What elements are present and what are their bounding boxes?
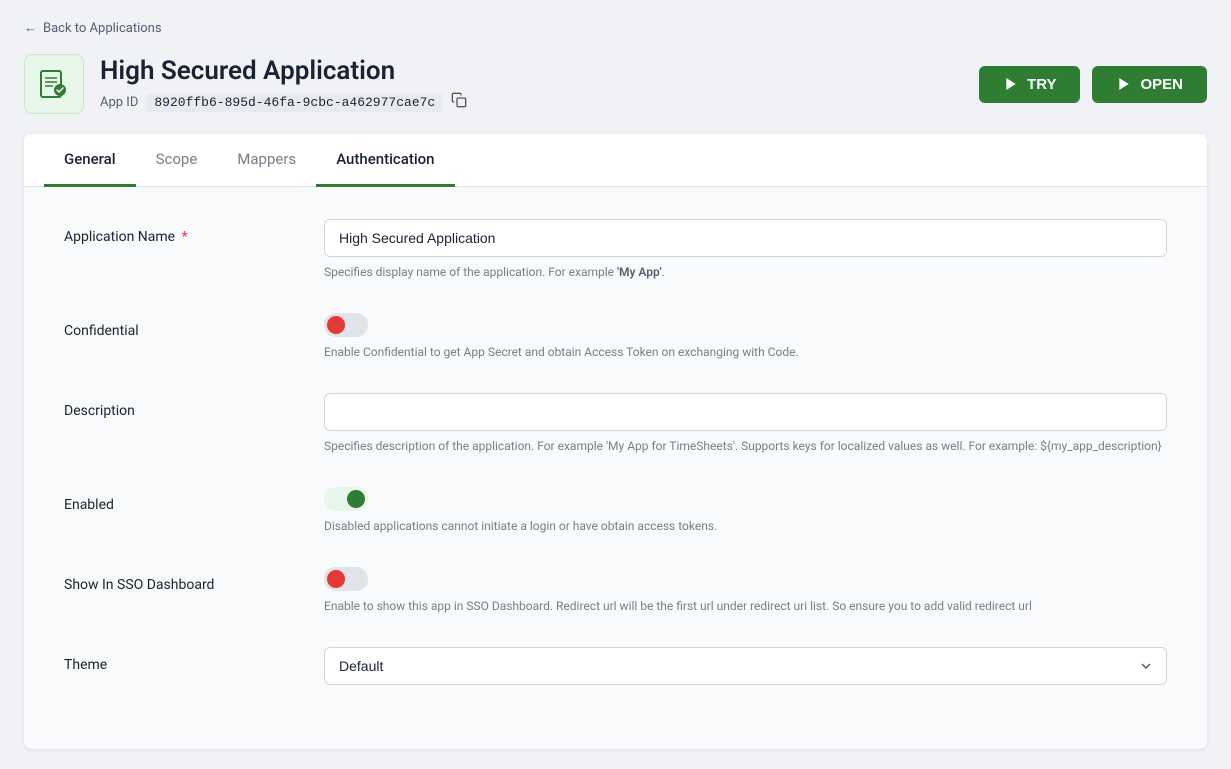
description-field: Specifies description of the application…: [324, 393, 1167, 455]
enabled-hint: Disabled applications cannot initiate a …: [324, 517, 1167, 535]
app-name-input[interactable]: [324, 219, 1167, 257]
back-link-label: Back to Applications: [43, 21, 162, 36]
page-container: ← Back to Applications High Secured Appl…: [0, 0, 1231, 769]
app-id-value: 8920ffb6-895d-46fa-9cbc-a462977cae7c: [146, 93, 443, 112]
try-button-label: TRY: [1027, 76, 1056, 93]
show-sso-toggle-knob: [327, 570, 345, 588]
app-name-label: Application Name *: [64, 219, 284, 245]
show-sso-field: Enable to show this app in SSO Dashboard…: [324, 567, 1167, 615]
try-button[interactable]: TRY: [979, 66, 1080, 103]
confidential-toggle-wrapper: [324, 313, 1167, 337]
form-row-app-name: Application Name * Specifies display nam…: [64, 219, 1167, 281]
required-indicator: *: [182, 229, 188, 245]
tab-scope[interactable]: Scope: [136, 134, 218, 187]
try-play-icon: [1003, 76, 1019, 92]
description-hint: Specifies description of the application…: [324, 437, 1167, 455]
back-arrow-icon: ←: [24, 20, 37, 36]
confidential-label: Confidential: [64, 313, 284, 339]
app-name-hint: Specifies display name of the applicatio…: [324, 263, 1167, 281]
header-buttons: TRY OPEN: [979, 66, 1207, 103]
tab-authentication[interactable]: Authentication: [316, 134, 454, 187]
show-sso-label: Show In SSO Dashboard: [64, 567, 284, 593]
open-play-icon: [1116, 76, 1132, 92]
confidential-field: Enable Confidential to get App Secret an…: [324, 313, 1167, 361]
copy-icon[interactable]: [451, 92, 467, 112]
show-sso-hint: Enable to show this app in SSO Dashboard…: [324, 597, 1167, 615]
main-card: General Scope Mappers Authentication App…: [24, 134, 1207, 749]
form-row-theme: Theme Default Light Dark Custom: [64, 647, 1167, 685]
enabled-toggle[interactable]: [324, 487, 368, 511]
description-label: Description: [64, 393, 284, 419]
enabled-toggle-knob: [347, 490, 365, 508]
app-header: High Secured Application App ID 8920ffb6…: [24, 54, 1207, 114]
theme-select[interactable]: Default Light Dark Custom: [324, 647, 1167, 685]
enabled-label: Enabled: [64, 487, 284, 513]
app-header-left: High Secured Application App ID 8920ffb6…: [24, 54, 467, 114]
enabled-field: Disabled applications cannot initiate a …: [324, 487, 1167, 535]
app-name-field: Specifies display name of the applicatio…: [324, 219, 1167, 281]
app-icon-svg: [38, 68, 70, 100]
open-button[interactable]: OPEN: [1092, 66, 1207, 103]
enabled-toggle-wrapper: [324, 487, 1167, 511]
confidential-toggle-knob: [327, 316, 345, 334]
open-button-label: OPEN: [1140, 76, 1183, 93]
form-area: Application Name * Specifies display nam…: [24, 187, 1207, 749]
theme-field: Default Light Dark Custom: [324, 647, 1167, 685]
description-input[interactable]: [324, 393, 1167, 431]
confidential-hint: Enable Confidential to get App Secret an…: [324, 343, 1167, 361]
back-link[interactable]: ← Back to Applications: [24, 20, 1207, 36]
app-title-section: High Secured Application App ID 8920ffb6…: [100, 56, 467, 112]
form-row-description: Description Specifies description of the…: [64, 393, 1167, 455]
show-sso-toggle[interactable]: [324, 567, 368, 591]
tab-mappers[interactable]: Mappers: [217, 134, 316, 187]
form-row-confidential: Confidential Enable Confidential to get …: [64, 313, 1167, 361]
theme-label: Theme: [64, 647, 284, 673]
tab-general[interactable]: General: [44, 134, 136, 187]
app-id-label: App ID: [100, 95, 138, 110]
confidential-toggle[interactable]: [324, 313, 368, 337]
form-row-show-sso: Show In SSO Dashboard Enable to show thi…: [64, 567, 1167, 615]
tabs: General Scope Mappers Authentication: [24, 134, 1207, 187]
show-sso-toggle-wrapper: [324, 567, 1167, 591]
app-id-row: App ID 8920ffb6-895d-46fa-9cbc-a462977ca…: [100, 92, 467, 112]
app-icon: [24, 54, 84, 114]
form-row-enabled: Enabled Disabled applications cannot ini…: [64, 487, 1167, 535]
app-title: High Secured Application: [100, 56, 467, 86]
